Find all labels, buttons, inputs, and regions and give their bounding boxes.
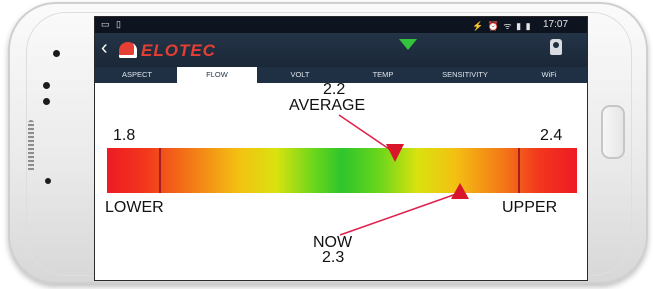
phone-device: ▭ ▯ ⚡ ⏰ ᯤ ▮ ▮ 17:07 ‹ ELOTEC ASPECT FLOW… bbox=[8, 2, 648, 284]
now-marker bbox=[451, 183, 469, 199]
front-camera bbox=[53, 50, 60, 57]
notification-led bbox=[45, 178, 51, 184]
average-marker bbox=[386, 144, 404, 162]
light-sensor bbox=[43, 98, 50, 105]
app-screen: ▭ ▯ ⚡ ⏰ ᯤ ▮ ▮ 17:07 ‹ ELOTEC ASPECT FLOW… bbox=[94, 16, 588, 281]
proximity-sensor bbox=[43, 82, 50, 89]
upper-label: UPPER bbox=[502, 199, 558, 216]
now-value: 2.3 bbox=[322, 249, 345, 266]
lower-label: LOWER bbox=[105, 199, 164, 216]
speaker-grille bbox=[28, 120, 34, 172]
average-pointer-line bbox=[338, 114, 396, 154]
now-pointer-line bbox=[339, 192, 460, 236]
home-button[interactable] bbox=[601, 105, 625, 159]
